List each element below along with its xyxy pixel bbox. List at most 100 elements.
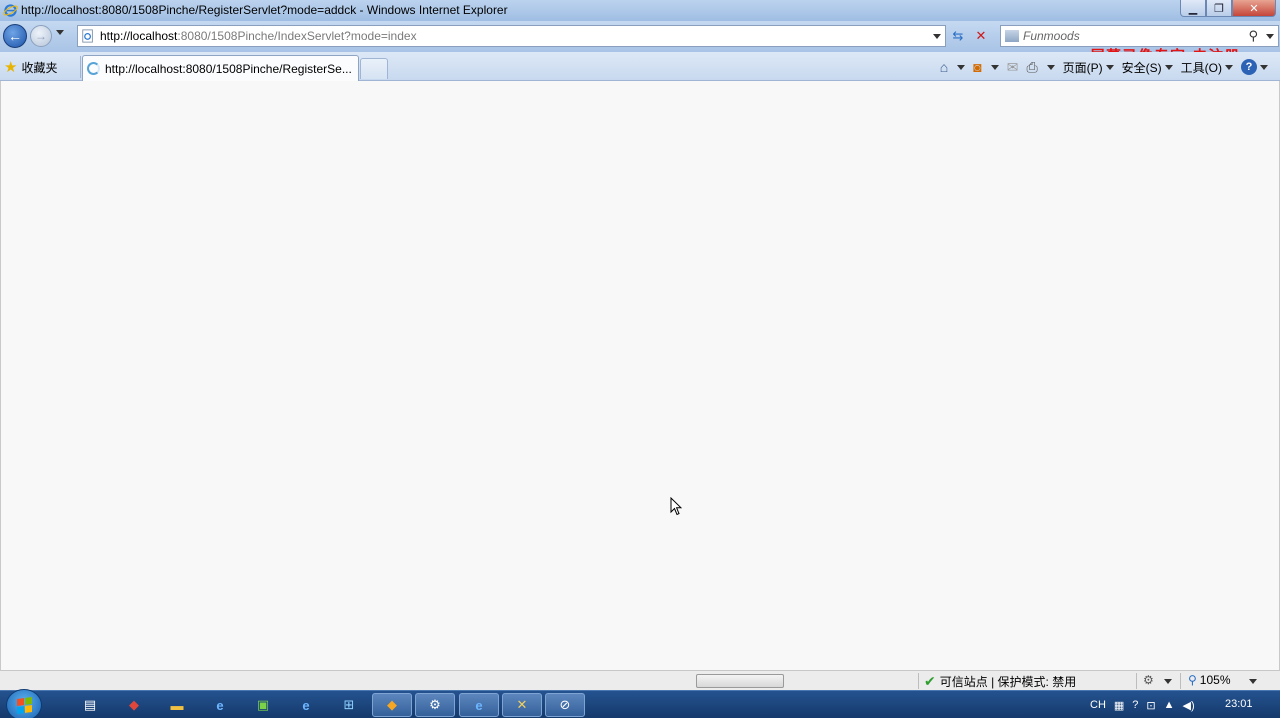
print-button[interactable]: ⎙ xyxy=(1022,56,1058,78)
stop-icon: ✕ xyxy=(975,28,987,43)
help-button[interactable]: ? xyxy=(1237,56,1272,78)
taskbar-tools-icon[interactable]: ✕ xyxy=(502,693,542,717)
taskbar-network-app-icon[interactable]: ⊞ xyxy=(329,693,369,717)
chevron-down-icon xyxy=(1105,64,1114,70)
windows-logo-icon xyxy=(16,696,32,714)
close-button[interactable]: ✕ xyxy=(1232,0,1276,17)
mail-icon: ✉ xyxy=(1006,58,1019,75)
navigation-bar: ← → http://localhost:8080/1508Pinche/Ind… xyxy=(0,21,1280,65)
volume-icon[interactable]: ◀) xyxy=(1183,699,1195,712)
divider xyxy=(80,56,81,78)
safety-menu-label: 安全(S) xyxy=(1121,60,1162,75)
page-content[interactable] xyxy=(0,81,1280,670)
stop-button[interactable]: ✕ xyxy=(971,26,991,46)
search-dropdown-icon[interactable] xyxy=(1266,34,1274,39)
taskbar-screen-recorder-icon[interactable]: ⊘ xyxy=(545,693,585,717)
zoom-dropdown-icon[interactable] xyxy=(1249,679,1257,684)
address-url[interactable]: http://localhost:8080/1508Pinche/IndexSe… xyxy=(100,29,417,43)
search-box[interactable]: Funmoods ⚲ xyxy=(1000,25,1279,47)
home-dropdown-icon[interactable] xyxy=(957,64,966,70)
refresh-button[interactable]: ⇆ xyxy=(948,26,968,46)
status-bar: ✔ 可信站点 | 保护模式: 禁用 ⚙ ⚲ 105% xyxy=(0,670,1280,690)
star-icon: ★ xyxy=(4,59,18,76)
feeds-dropdown-icon[interactable] xyxy=(990,64,999,70)
address-bar[interactable]: http://localhost:8080/1508Pinche/IndexSe… xyxy=(77,25,946,47)
loading-spinner-icon xyxy=(87,62,100,75)
checkmark-icon: ✔ xyxy=(924,673,936,689)
command-bar: ⌂ ◙ ✉ ⎙ 页面(P) 安全(S) 工具(O) ? xyxy=(936,56,1272,78)
divider xyxy=(918,673,919,689)
tools-menu-label: 工具(O) xyxy=(1180,60,1222,75)
popup-dropdown-icon[interactable] xyxy=(1164,679,1172,684)
page-icon xyxy=(82,29,93,43)
tab-bar: ★ 收藏夹 http://localhost:8080/1508Pinche/R… xyxy=(0,52,1280,81)
clock[interactable]: 23:01 xyxy=(1225,698,1253,710)
help-icon[interactable]: ? xyxy=(1132,699,1138,711)
chevron-down-icon xyxy=(1225,64,1233,70)
home-button[interactable]: ⌂ xyxy=(936,56,969,78)
history-dropdown-icon[interactable] xyxy=(56,30,64,35)
security-zone-text: 可信站点 | 保护模式: 禁用 xyxy=(939,675,1077,689)
search-icon[interactable]: ⚲ xyxy=(1248,28,1258,44)
window-title: http://localhost:8080/1508Pinche/Registe… xyxy=(21,3,508,17)
address-dropdown-icon[interactable] xyxy=(933,34,941,39)
minimize-icon: ▁ xyxy=(1188,2,1198,15)
page-menu[interactable]: 页面(P) xyxy=(1059,56,1118,78)
taskbar-settings-icon[interactable]: ⚙ xyxy=(415,693,455,717)
search-placeholder: Funmoods xyxy=(1023,29,1080,43)
title-bar: http://localhost:8080/1508Pinche/Registe… xyxy=(0,0,1280,21)
security-zone[interactable]: ✔ 可信站点 | 保护模式: 禁用 xyxy=(924,673,1076,690)
help-dropdown-icon[interactable] xyxy=(1260,64,1268,70)
taskbar-green-app-icon[interactable]: ▣ xyxy=(243,693,283,717)
tools-menu[interactable]: 工具(O) xyxy=(1177,56,1237,78)
loading-progress-bar xyxy=(696,674,784,688)
show-hidden-icons-icon[interactable]: ▲ xyxy=(1164,699,1175,711)
forward-arrow-icon: → xyxy=(35,29,47,43)
magnifier-icon: ⚲ xyxy=(1188,673,1197,687)
taskbar: ▤ ◆ ▬ e ▣ e ⊞ ◆ ⚙ e ✕ ⊘ CH ▦ ? ⊡ ▲ ◀) 23… xyxy=(0,689,1280,718)
taskbar-document-icon[interactable]: ▤ xyxy=(70,693,110,717)
favorites-label: 收藏夹 xyxy=(21,60,58,75)
tab-active[interactable]: http://localhost:8080/1508Pinche/Registe… xyxy=(82,55,359,81)
rss-feed-icon: ◙ xyxy=(973,59,982,75)
taskbar-orange-app-icon[interactable]: ◆ xyxy=(372,693,412,717)
favorites-button[interactable]: ★ 收藏夹 xyxy=(4,58,57,76)
network-icon[interactable]: ⊡ xyxy=(1146,699,1155,712)
divider xyxy=(1180,673,1181,689)
home-icon: ⌂ xyxy=(939,59,949,75)
back-arrow-icon: ← xyxy=(8,28,22,44)
internet-explorer-icon xyxy=(3,4,18,17)
taskbar-explorer-folder-icon[interactable]: ▬ xyxy=(157,693,197,717)
address-host: http://localhost xyxy=(100,29,178,43)
zoom-control[interactable]: ⚲ 105% xyxy=(1188,673,1231,687)
taskbar-internet-explorer-icon[interactable]: e xyxy=(286,693,326,717)
read-mail-button[interactable]: ✉ xyxy=(1003,56,1023,78)
popup-blocker-icon[interactable]: ⚙ xyxy=(1143,673,1154,687)
keyboard-icon[interactable]: ▦ xyxy=(1114,699,1124,712)
zoom-level: 105% xyxy=(1199,673,1231,687)
taskbar-internet-explorer-icon[interactable]: e xyxy=(459,693,499,717)
minimize-button[interactable]: ▁ xyxy=(1180,0,1206,17)
new-tab-button[interactable] xyxy=(360,58,388,79)
refresh-icon: ⇆ xyxy=(952,28,964,43)
chevron-down-icon xyxy=(1164,64,1173,70)
feeds-button[interactable]: ◙ xyxy=(969,56,1002,78)
mouse-cursor-icon xyxy=(670,497,682,516)
window-controls: ▁ ❐ ✕ xyxy=(1180,0,1276,17)
maximize-button[interactable]: ❐ xyxy=(1206,0,1232,17)
taskbar-app-icon[interactable]: ◆ xyxy=(114,693,154,717)
divider xyxy=(1136,673,1137,689)
address-path: :8080/1508Pinche/IndexServlet?mode=index xyxy=(177,29,417,43)
system-tray: CH ▦ ? ⊡ ▲ ◀) xyxy=(1090,695,1195,715)
taskbar-internet-explorer-icon[interactable]: e xyxy=(200,693,240,717)
print-dropdown-icon[interactable] xyxy=(1046,64,1055,70)
printer-icon: ⎙ xyxy=(1026,58,1038,75)
back-button[interactable]: ← xyxy=(3,24,27,48)
page-menu-label: 页面(P) xyxy=(1062,60,1103,75)
restore-icon: ❐ xyxy=(1214,2,1224,15)
input-language[interactable]: CH xyxy=(1090,699,1106,711)
tab-title: http://localhost:8080/1508Pinche/Registe… xyxy=(105,62,352,76)
safety-menu[interactable]: 安全(S) xyxy=(1118,56,1177,78)
start-button[interactable] xyxy=(6,689,42,718)
forward-button[interactable]: → xyxy=(30,25,52,47)
